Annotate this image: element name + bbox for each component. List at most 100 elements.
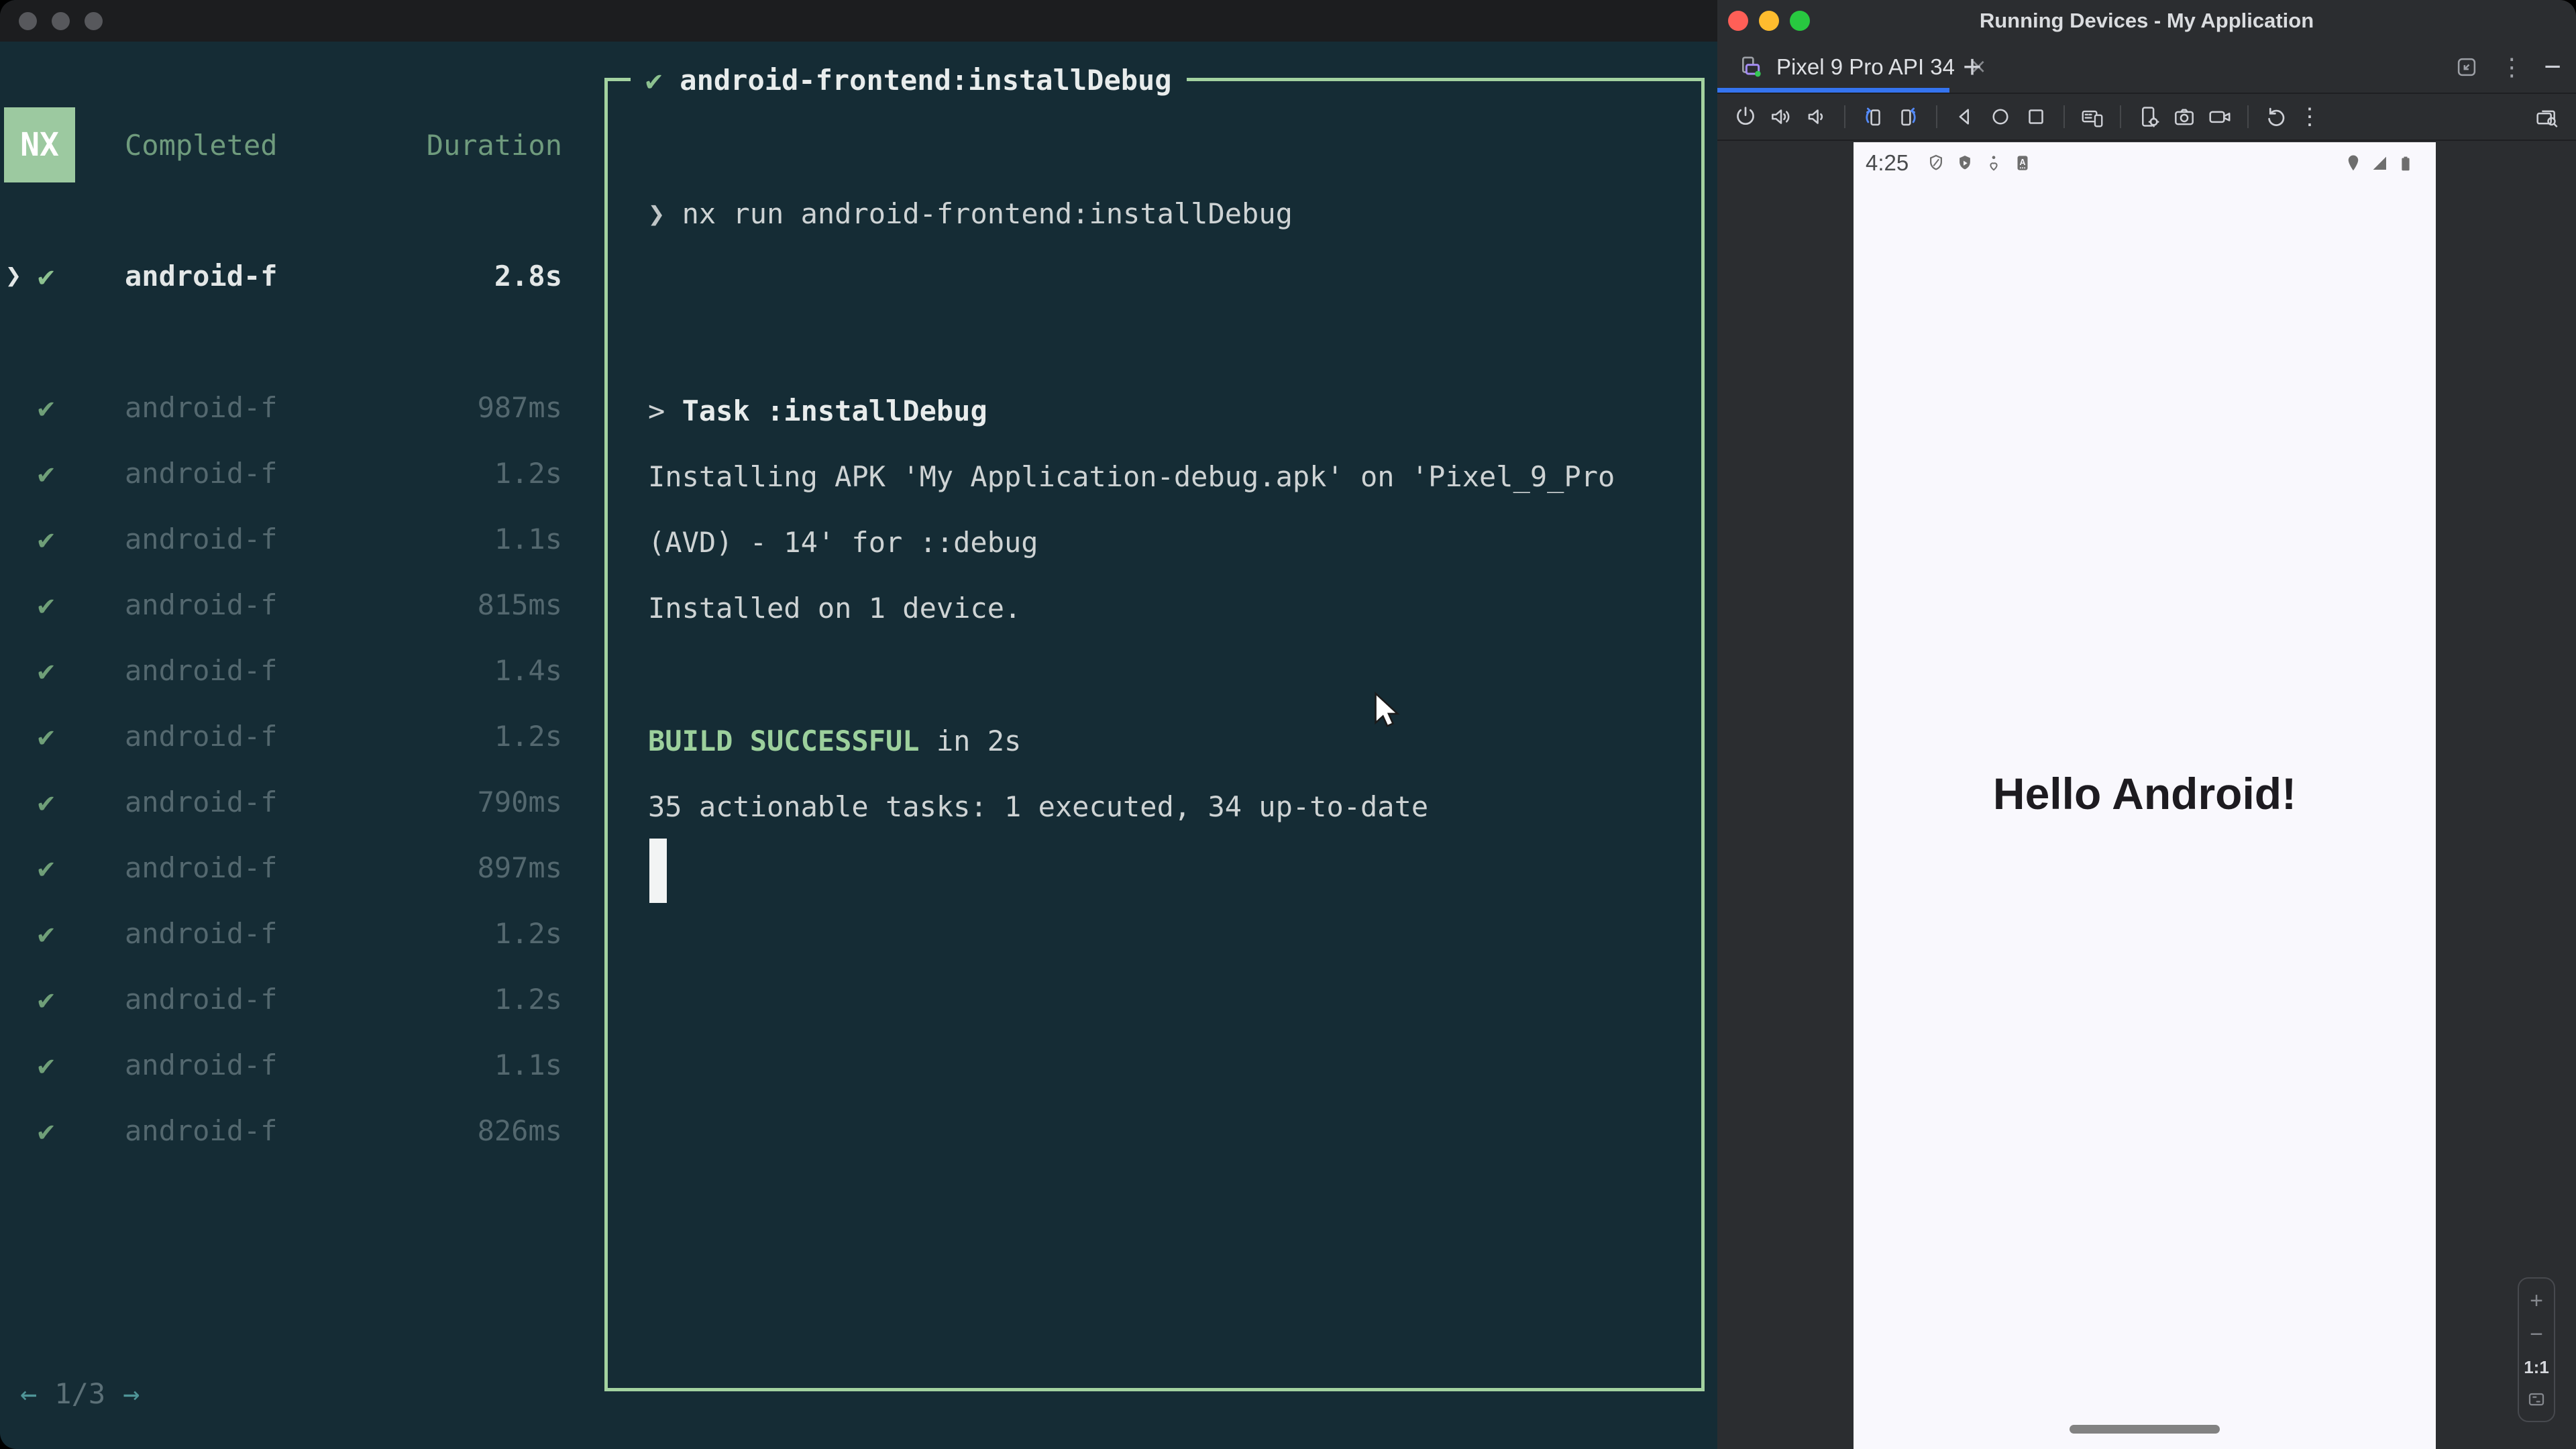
android-status-bar: 4:25 A xyxy=(1854,142,2436,184)
device-connected-icon xyxy=(1742,56,1761,77)
emulator-screen[interactable]: 4:25 A Hello Android! xyxy=(1854,142,2436,1449)
terminal-cursor xyxy=(649,839,667,903)
task-name: android-f xyxy=(125,390,278,424)
output-line: (AVD) - 14' for ::debug xyxy=(648,525,1038,559)
output-line: Installed on 1 device. xyxy=(648,591,1022,625)
build-duration: in 2s xyxy=(919,724,1022,757)
screen-record-button[interactable] xyxy=(2206,103,2233,130)
build-status-line: BUILD SUCCESSFUL in 2s xyxy=(648,719,1021,762)
task-name: android-f xyxy=(125,1114,278,1147)
task-name: android-f xyxy=(125,785,278,818)
actual-size-button[interactable]: 1:1 xyxy=(2524,1357,2549,1378)
screenshot-button[interactable] xyxy=(2171,103,2198,130)
rotate-right-button[interactable] xyxy=(1895,103,1922,130)
rotate-left-button[interactable] xyxy=(1860,103,1886,130)
check-icon: ✔ xyxy=(38,851,55,884)
task-name: android-f xyxy=(125,1048,278,1081)
studio-titlebar: Running Devices - My Application xyxy=(1717,0,2576,42)
task-name: android-f xyxy=(125,916,278,950)
location-icon xyxy=(2348,155,2359,171)
shield-play-icon xyxy=(1960,156,1971,170)
emulator-toolbar: ⋮ xyxy=(1717,94,2576,141)
toolbar-more-kebab-icon[interactable]: ⋮ xyxy=(2298,103,2321,130)
power-button[interactable] xyxy=(1732,103,1759,130)
status-time: 4:25 xyxy=(1866,150,1909,175)
task-row[interactable]: ✔ android-f 1.2s xyxy=(0,966,577,1032)
task-row[interactable]: ✔ android-f 1.2s xyxy=(0,900,577,966)
next-page-arrow[interactable]: → xyxy=(123,1377,140,1410)
snapshots-button[interactable] xyxy=(2079,103,2106,130)
check-icon: ✔ xyxy=(38,785,55,818)
zoom-controls: + − 1:1 xyxy=(2518,1277,2555,1422)
task-duration: 2.8s xyxy=(494,259,562,292)
task-name: android-f xyxy=(125,719,278,753)
volume-up-button[interactable] xyxy=(1768,103,1794,130)
task-duration: 1.2s xyxy=(494,916,562,950)
task-output-panel: ✔ android-frontend:installDebug ❯ nx run… xyxy=(604,56,1705,1391)
device-tab-bar: Pixel 9 Pro API 34 × + ⋮ − xyxy=(1717,42,2576,94)
task-name: android-f xyxy=(125,653,278,687)
task-row[interactable]: ✔ android-f 1.2s xyxy=(0,440,577,506)
shield-icon xyxy=(1930,154,1943,170)
task-row[interactable]: ✔ android-f 1.4s xyxy=(0,637,577,703)
tab-options-kebab-icon[interactable]: ⋮ xyxy=(2500,53,2524,81)
maximize-window-button[interactable] xyxy=(85,11,103,30)
task-row[interactable]: ✔ android-f 1.1s xyxy=(0,1032,577,1097)
task-row[interactable]: ✔ android-f 1.2s xyxy=(0,703,577,769)
toolbar-divider xyxy=(2063,105,2065,128)
check-icon: ✔ xyxy=(38,390,55,424)
output-line: Installing APK 'My Application-debug.apk… xyxy=(648,460,1615,493)
zoom-in-button[interactable]: + xyxy=(2530,1289,2543,1312)
gesture-navigation-bar[interactable] xyxy=(2070,1425,2220,1434)
dock-window-icon[interactable] xyxy=(2454,54,2479,80)
task-name: android-f xyxy=(125,522,278,555)
task-row[interactable]: ✔ android-f 790ms xyxy=(0,769,577,835)
prompt-caret-icon: ❯ xyxy=(648,197,665,230)
check-icon: ✔ xyxy=(645,63,663,97)
hello-android-text: Hello Android! xyxy=(1992,769,2297,818)
task-name: android-f xyxy=(125,588,278,621)
task-duration: 1.1s xyxy=(494,1048,562,1081)
close-window-button[interactable] xyxy=(19,11,37,30)
reset-button[interactable] xyxy=(2263,103,2290,130)
back-button[interactable] xyxy=(1951,103,1978,130)
ui-inspect-icon[interactable] xyxy=(2533,104,2560,131)
battery-icon xyxy=(2402,156,2410,171)
task-row[interactable]: ✔ android-f 1.1s xyxy=(0,506,577,572)
device-settings-button[interactable] xyxy=(2135,103,2162,130)
zoom-out-button[interactable]: − xyxy=(2530,1323,2543,1346)
volume-down-button[interactable] xyxy=(1803,103,1830,130)
fit-screen-icon[interactable] xyxy=(2526,1389,2547,1410)
task-duration: 897ms xyxy=(477,851,562,884)
task-row[interactable]: ✔ android-f 826ms xyxy=(0,1097,577,1163)
prev-page-arrow[interactable]: ← xyxy=(20,1377,37,1410)
task-output-title-text: android-frontend:installDebug xyxy=(680,63,1172,97)
task-row[interactable]: ✔ android-f 897ms xyxy=(0,835,577,900)
task-row[interactable]: ✔ android-f 815ms xyxy=(0,572,577,637)
svg-text:A: A xyxy=(2020,158,2026,167)
selection-caret-icon: ❯ xyxy=(5,260,22,291)
task-duration: 987ms xyxy=(477,390,562,424)
tab-pixel-9-pro[interactable]: Pixel 9 Pro API 34 × xyxy=(1717,42,1990,93)
pagination: ← 1/3 → xyxy=(20,1360,140,1426)
hide-panel-icon[interactable]: − xyxy=(2544,50,2561,84)
task-duration: 826ms xyxy=(477,1114,562,1147)
letter-a-box-icon: A xyxy=(2017,156,2028,170)
check-icon: ✔ xyxy=(38,982,55,1016)
check-icon: ✔ xyxy=(38,719,55,753)
mouse-cursor-icon xyxy=(1375,691,1400,727)
page-indicator: 1/3 xyxy=(54,1377,106,1410)
task-duration: 1.1s xyxy=(494,522,562,555)
task-row-selected[interactable]: ❯ ✔ android-f 2.8s xyxy=(0,243,577,309)
task-list-header: Completed Duration xyxy=(0,107,577,182)
task-row[interactable]: ✔ android-f 987ms xyxy=(0,374,577,440)
task-name: android-f xyxy=(125,851,278,884)
task-name: android-f xyxy=(125,456,278,490)
column-duration: Duration xyxy=(426,128,562,162)
add-device-tab-button[interactable]: + xyxy=(1963,42,1982,93)
minimize-window-button[interactable] xyxy=(52,11,70,30)
home-button[interactable] xyxy=(1987,103,2014,130)
overview-button[interactable] xyxy=(2023,103,2049,130)
task-duration: 1.2s xyxy=(494,456,562,490)
task-duration: 815ms xyxy=(477,588,562,621)
